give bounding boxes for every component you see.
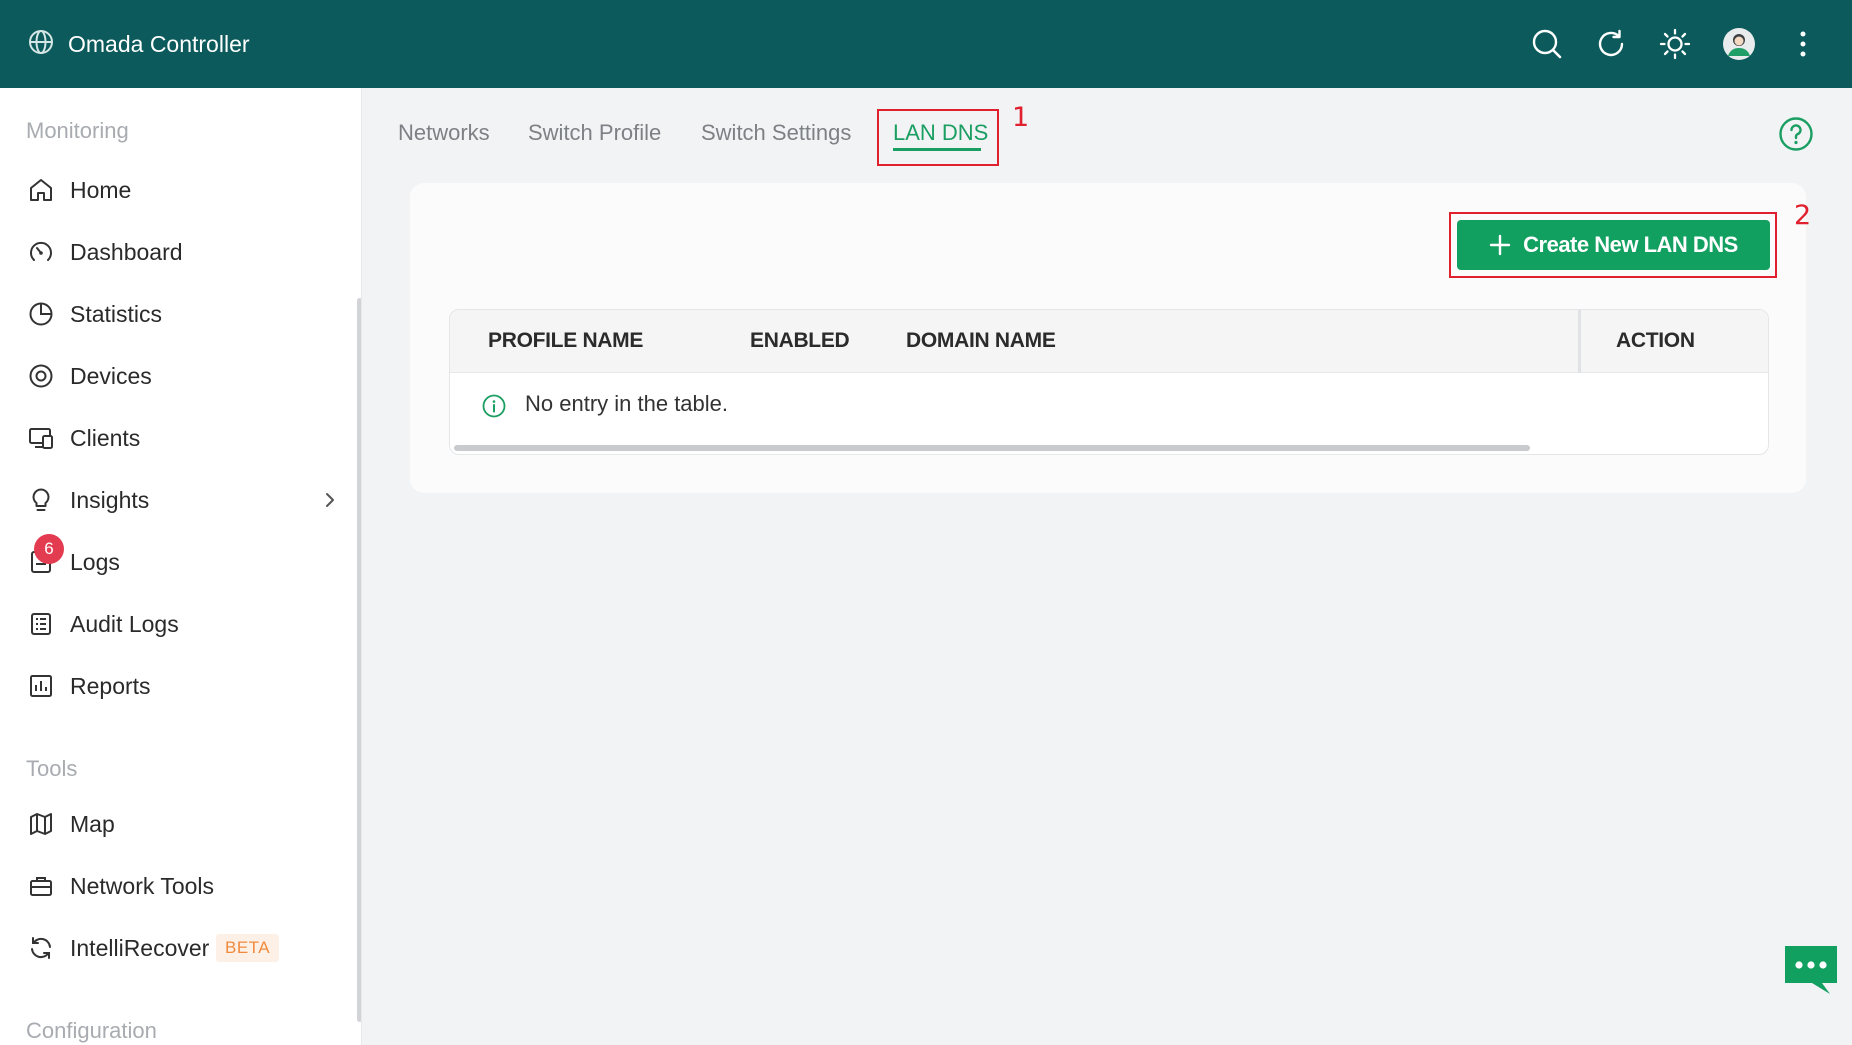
sidebar-item-map[interactable]: Map — [0, 798, 350, 850]
info-icon — [482, 394, 506, 418]
table-header: PROFILE NAME ENABLED DOMAIN NAME ACTION — [450, 310, 1768, 373]
action-column-divider — [1578, 310, 1581, 373]
sidebar-item-logs[interactable]: 6 Logs — [0, 534, 350, 588]
empty-message: No entry in the table. — [525, 391, 729, 416]
sidebar-item-label: Insights — [70, 486, 150, 513]
sidebar-item-insights[interactable]: Insights — [0, 474, 350, 526]
top-header: Omada Controller — [0, 0, 1852, 88]
lightbulb-icon — [27, 486, 55, 514]
device-target-icon — [27, 362, 55, 390]
bar-chart-icon — [27, 672, 55, 700]
clients-monitor-icon — [27, 424, 55, 452]
sidebar-item-label: Reports — [70, 672, 151, 699]
table-horizontal-scrollbar[interactable] — [454, 445, 1530, 451]
brand[interactable]: Omada Controller — [28, 29, 250, 60]
column-header-enabled[interactable]: ENABLED — [750, 329, 850, 353]
column-header-profile-name[interactable]: PROFILE NAME — [488, 329, 643, 353]
sidebar-item-audit-logs[interactable]: Audit Logs — [0, 598, 350, 650]
sidebar-item-clients[interactable]: Clients — [0, 412, 350, 464]
theme-sun-icon[interactable] — [1656, 25, 1694, 63]
search-icon[interactable] — [1528, 25, 1566, 63]
sidebar-item-dashboard[interactable]: Dashboard — [0, 226, 350, 278]
sidebar-item-label: Devices — [70, 362, 152, 389]
sidebar-item-label: Logs — [70, 548, 120, 575]
sidebar-item-label: Network Tools — [70, 872, 215, 899]
dashboard-gauge-icon — [27, 238, 55, 266]
sidebar-item-label: Home — [70, 176, 132, 203]
sidebar-item-label: Clients — [70, 424, 141, 451]
annotation-box-1 — [877, 109, 999, 166]
globe-logo-icon — [28, 29, 54, 60]
sidebar-item-label: Audit Logs — [70, 610, 179, 637]
sidebar: Monitoring Home Dashboard Statistics Dev… — [0, 88, 362, 1045]
more-vertical-icon[interactable] — [1784, 25, 1822, 63]
column-header-domain-name[interactable]: DOMAIN NAME — [906, 329, 1056, 353]
sidebar-item-devices[interactable]: Devices — [0, 350, 350, 402]
refresh-icon[interactable] — [1592, 25, 1630, 63]
sidebar-item-label: Dashboard — [70, 238, 183, 265]
chat-support-icon[interactable] — [1782, 943, 1840, 997]
sidebar-item-label: Statistics — [70, 300, 163, 327]
user-avatar-icon[interactable] — [1720, 25, 1758, 63]
sidebar-item-home[interactable]: Home — [0, 164, 350, 216]
tab-switch-profile[interactable]: Switch Profile — [528, 120, 661, 146]
audit-list-icon — [27, 610, 55, 638]
annotation-number-1: 1 — [1012, 102, 1030, 133]
tab-switch-settings[interactable]: Switch Settings — [701, 120, 851, 146]
sidebar-item-label: Map — [70, 810, 115, 837]
brand-title: Omada Controller — [68, 30, 250, 57]
sidebar-item-statistics[interactable]: Statistics — [0, 288, 350, 340]
annotation-number-2: 2 — [1794, 200, 1812, 231]
home-icon — [27, 176, 55, 204]
logs-count-badge: 6 — [34, 534, 64, 564]
table-empty-row: No entry in the table. — [450, 373, 1768, 435]
section-title-tools: Tools — [26, 756, 78, 781]
tab-networks[interactable]: Networks — [398, 120, 490, 146]
beta-tag: BETA — [216, 934, 280, 962]
column-header-action: ACTION — [1616, 329, 1695, 352]
pie-chart-icon — [27, 300, 55, 328]
sidebar-item-label: IntelliRecover — [70, 934, 210, 961]
section-title-configuration: Configuration — [26, 1018, 157, 1043]
help-question-icon[interactable] — [1778, 116, 1814, 152]
toolbox-icon — [27, 872, 55, 900]
annotation-box-2 — [1449, 212, 1777, 278]
sidebar-item-reports[interactable]: Reports — [0, 660, 350, 712]
map-icon — [27, 810, 55, 838]
sidebar-item-network-tools[interactable]: Network Tools — [0, 860, 350, 912]
sidebar-scrollbar[interactable] — [357, 298, 361, 1022]
chevron-right-icon — [320, 490, 340, 510]
sidebar-item-intellirecover[interactable]: IntelliRecover BETA — [0, 922, 350, 974]
recover-cycle-icon — [27, 934, 55, 962]
section-title-monitoring: Monitoring — [26, 118, 129, 143]
lan-dns-table: PROFILE NAME ENABLED DOMAIN NAME ACTION … — [449, 309, 1769, 455]
